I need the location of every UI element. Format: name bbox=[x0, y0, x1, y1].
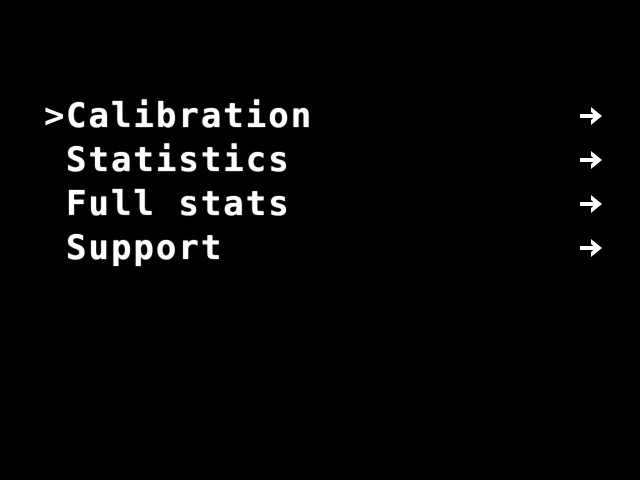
arrow-right-icon bbox=[578, 237, 604, 259]
arrow-right-icon bbox=[578, 105, 604, 127]
arrow-right-icon bbox=[578, 193, 604, 215]
menu-item-full-stats[interactable]: Full stats bbox=[44, 182, 604, 226]
lcd-screen: > Calibration Statistics Full stats Supp… bbox=[0, 0, 640, 480]
menu-item-calibration[interactable]: > Calibration bbox=[44, 94, 604, 138]
menu-item-support[interactable]: Support bbox=[44, 226, 604, 270]
menu-item-label: Support bbox=[66, 228, 224, 268]
menu-item-label: Full stats bbox=[66, 184, 291, 224]
selection-cursor: > bbox=[44, 96, 65, 136]
menu-item-label: Calibration bbox=[66, 96, 314, 136]
menu-item-label: Statistics bbox=[66, 140, 291, 180]
menu-item-statistics[interactable]: Statistics bbox=[44, 138, 604, 182]
main-menu: > Calibration Statistics Full stats Supp… bbox=[44, 94, 604, 270]
arrow-right-icon bbox=[578, 149, 604, 171]
